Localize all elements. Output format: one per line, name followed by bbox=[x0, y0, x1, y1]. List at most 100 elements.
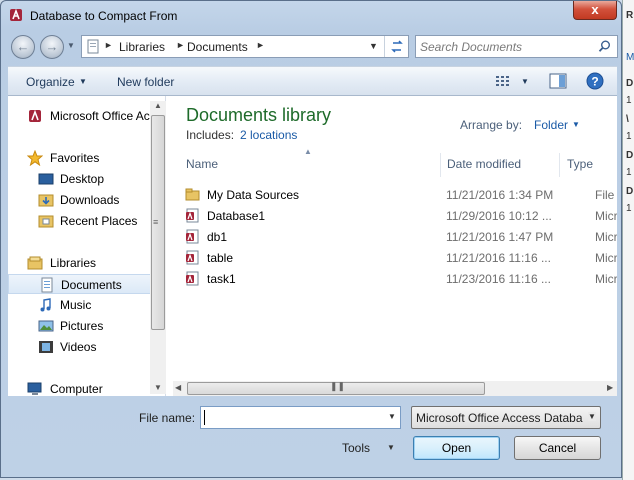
arrange-by-dropdown[interactable]: Folder bbox=[534, 118, 568, 132]
sidebar-item-computer[interactable]: Computer bbox=[8, 379, 151, 396]
address-bar[interactable]: ► Libraries ► Documents ► ▼ bbox=[81, 35, 409, 58]
includes-locations-link[interactable]: 2 locations bbox=[240, 128, 297, 142]
breadcrumb-documents[interactable]: Documents bbox=[187, 40, 248, 54]
videos-icon bbox=[39, 341, 53, 353]
recent-pages-chevron-icon[interactable]: ▼ bbox=[67, 41, 75, 50]
view-options-icon[interactable] bbox=[496, 75, 512, 88]
tools-button[interactable]: Tools bbox=[342, 441, 370, 455]
scroll-right-arrow-icon[interactable]: ▶ bbox=[607, 383, 613, 392]
breadcrumb-separator-icon: ► bbox=[256, 40, 265, 50]
search-input[interactable] bbox=[420, 38, 592, 55]
sidebar-item-recent-places[interactable]: Recent Places bbox=[8, 211, 151, 231]
sidebar-item-music[interactable]: Music bbox=[8, 295, 151, 315]
recent-places-icon bbox=[38, 215, 54, 228]
sidebar-item-favorites[interactable]: Favorites bbox=[8, 148, 151, 168]
help-icon[interactable]: ? bbox=[586, 72, 604, 90]
library-title: Documents library bbox=[186, 105, 332, 125]
sidebar-item-label: Libraries bbox=[50, 256, 97, 270]
sidebar-item-microsoft-office[interactable]: Microsoft Office Ac bbox=[8, 106, 151, 126]
file-type: File folder bbox=[595, 188, 617, 202]
sidebar-item-videos[interactable]: Videos bbox=[8, 337, 151, 357]
cancel-button[interactable]: Cancel bbox=[514, 436, 601, 460]
navigation-pane: Microsoft Office Ac Favorites Desktop Do… bbox=[8, 96, 166, 396]
file-type-filter-value: Microsoft Office Access Databa bbox=[416, 411, 583, 425]
tools-chevron-icon[interactable]: ▼ bbox=[387, 443, 395, 452]
back-button[interactable]: ← bbox=[11, 35, 35, 59]
new-folder-button[interactable]: New folder bbox=[117, 75, 174, 89]
libraries-icon bbox=[87, 39, 99, 54]
scroll-up-arrow-icon[interactable]: ▲ bbox=[154, 101, 162, 110]
file-name-dropdown-icon[interactable]: ▼ bbox=[388, 412, 396, 421]
computer-icon bbox=[27, 382, 42, 395]
breadcrumb-separator-icon: ► bbox=[176, 40, 185, 50]
sidebar-item-label: Microsoft Office Ac bbox=[50, 109, 150, 123]
scroll-down-arrow-icon[interactable]: ▼ bbox=[154, 383, 162, 392]
file-row[interactable]: task1 11/23/2016 11:16 ... Microsoft bbox=[184, 268, 617, 289]
edge-char: D bbox=[626, 78, 634, 89]
window-title: Database to Compact From bbox=[30, 9, 178, 23]
edge-char: 1 bbox=[626, 131, 632, 142]
access-file-icon bbox=[29, 109, 41, 122]
dialog-window: Database to Compact From x ← → ▼ ► Libra… bbox=[0, 0, 622, 478]
column-header-date-modified[interactable]: Date modified bbox=[447, 157, 521, 171]
pictures-icon bbox=[38, 320, 54, 332]
scroll-grip-icon: ❚❚ bbox=[330, 381, 346, 391]
downloads-folder-icon bbox=[38, 194, 54, 207]
file-row[interactable]: Database1 11/29/2016 10:12 ... Microsoft bbox=[184, 205, 617, 226]
scroll-left-arrow-icon[interactable]: ◀ bbox=[175, 383, 181, 392]
arrange-by-label: Arrange by: bbox=[460, 118, 523, 132]
file-date-modified: 11/29/2016 10:12 ... bbox=[446, 209, 552, 223]
edge-char: D bbox=[626, 186, 634, 197]
sidebar-item-documents[interactable]: Documents bbox=[8, 274, 151, 294]
text-cursor bbox=[204, 410, 205, 425]
filter-dropdown-icon[interactable]: ▼ bbox=[588, 412, 596, 421]
sort-ascending-icon: ▲ bbox=[304, 147, 312, 156]
edge-char: 1 bbox=[626, 95, 632, 106]
edge-char: M bbox=[626, 52, 634, 63]
search-box[interactable] bbox=[415, 35, 618, 58]
file-name: table bbox=[207, 251, 234, 265]
column-header-type[interactable]: Type bbox=[567, 157, 593, 171]
sidebar-item-libraries[interactable]: Libraries bbox=[8, 253, 151, 273]
edge-char: 1 bbox=[626, 167, 632, 178]
file-row[interactable]: db1 11/21/2016 1:47 PM Microsoft bbox=[184, 226, 617, 247]
file-type-filter-select[interactable]: Microsoft Office Access Databa ▼ bbox=[411, 406, 601, 429]
file-name: My Data Sources bbox=[207, 188, 300, 202]
file-type: Microsoft bbox=[595, 251, 617, 265]
address-dropdown-icon[interactable]: ▼ bbox=[369, 41, 378, 51]
sidebar-item-desktop[interactable]: Desktop bbox=[8, 169, 151, 189]
edge-char: R bbox=[626, 10, 634, 21]
file-name: task1 bbox=[207, 272, 236, 286]
desktop-icon bbox=[38, 173, 54, 185]
search-icon[interactable] bbox=[598, 40, 611, 53]
libraries-folder-icon bbox=[27, 256, 43, 270]
view-chevron-icon[interactable]: ▼ bbox=[521, 77, 529, 86]
file-list-horizontal-scrollbar[interactable]: ◀ ❚❚ ▶ bbox=[173, 381, 617, 396]
refresh-icon[interactable] bbox=[390, 39, 404, 54]
forward-button[interactable]: → bbox=[40, 35, 64, 59]
organize-button[interactable]: Organize bbox=[26, 75, 75, 89]
sidebar-item-label: Desktop bbox=[60, 172, 105, 186]
preview-pane-icon[interactable] bbox=[549, 73, 567, 89]
back-arrow-icon: ← bbox=[16, 39, 30, 54]
file-row[interactable]: My Data Sources 11/21/2016 1:34 PM File fo… bbox=[184, 184, 617, 205]
edge-char: D bbox=[626, 150, 634, 161]
sidebar-item-downloads[interactable]: Downloads bbox=[8, 190, 151, 210]
arrange-chevron-icon[interactable]: ▼ bbox=[572, 120, 580, 129]
organize-chevron-icon[interactable]: ▼ bbox=[79, 77, 87, 86]
navigation-scrollbar[interactable]: ▲ ≡ ▼ bbox=[150, 101, 166, 394]
column-header-name[interactable]: Name bbox=[186, 157, 218, 171]
sidebar-item-label: Music bbox=[60, 298, 92, 312]
file-name-input[interactable]: ▼ bbox=[200, 406, 401, 429]
breadcrumb-libraries[interactable]: Libraries bbox=[119, 40, 165, 54]
column-divider bbox=[559, 153, 560, 177]
access-app-icon bbox=[10, 8, 22, 21]
file-row[interactable]: table 11/21/2016 11:16 ... Microsoft bbox=[184, 247, 617, 268]
sidebar-item-pictures[interactable]: Pictures bbox=[8, 316, 151, 336]
file-list-pane: Documents library Includes: 2 locations … bbox=[166, 96, 617, 396]
open-button[interactable]: Open bbox=[413, 436, 500, 460]
access-file-icon bbox=[186, 250, 199, 265]
sidebar-item-label: Videos bbox=[60, 340, 97, 354]
includes-label: Includes: bbox=[186, 128, 235, 142]
close-button[interactable]: x bbox=[573, 1, 617, 20]
